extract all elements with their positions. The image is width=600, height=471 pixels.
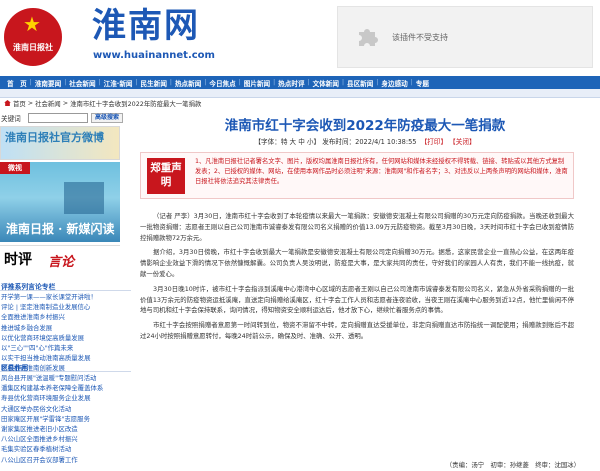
article-paragraph: 据介绍，3月30日傍晚，市红十字会收到最大一笔捐款是安徽德安混凝土有限公司定向捐… [140,248,574,278]
unsupported-plugin-box: 该插件不受支持 [337,6,593,68]
new-media-banner[interactable]: 微视 淮南日报 · 新媒闪读 [0,162,120,242]
puzzle-icon [359,29,378,46]
publish-time: 】 发布时间：2022/4/1 10:38:55 [313,138,417,146]
article-meta: 【字体：特 大 中 小】 发布时间：2022/4/1 10:38:55 【打印】… [134,136,596,146]
sub-nav-strip [0,89,600,98]
list-item[interactable]: 评论 | 坚定淮南制造业发展信心 [0,302,131,312]
nav-hot-news[interactable]: 热点新闻 [172,78,204,88]
breadcrumb-home[interactable]: 首页 [13,99,26,108]
nav-social-news[interactable]: 社会新闻 [66,78,98,88]
commentary-banner-main: 时评 [4,252,32,268]
site-name[interactable]: 淮南网 [92,6,200,46]
list-item[interactable]: 八公山区全面推进乡村振兴 [0,434,131,444]
list-item[interactable]: 潘集区构建基本养老保障全覆盖体系 [0,383,131,393]
official-weibo-banner[interactable]: 淮南日报社官方微博 [0,126,120,160]
micro-video-label: 微视 [0,162,30,174]
article-paragraph: （记者 严李）3月30日，淮南市红十字会收到了本轮疫情以来最大一笔捐款：安徽德安… [140,212,574,242]
left-sidebar: 关键词 高级搜索 淮南日报社官方微博 微视 淮南日报 · 新媒闪读 时评 言论 … [0,109,131,471]
nav-county-news[interactable]: 县区新闻 [344,78,376,88]
close-link[interactable]: 【关闭】 [449,138,475,146]
article-area: 淮南市红十字会收到2022年防疫最大一笔捐款 【字体：特 大 中 小】 发布时间… [134,109,596,471]
banner-image [64,182,104,214]
list-item[interactable]: 田家庵区开展"学雷锋"志愿服务 [0,414,131,424]
breadcrumb: 首页 > 社会新闻 > 淮南市红十字会收到2022年防疫最大一笔捐款 [4,98,203,108]
search-label: 关键词 [1,115,21,123]
article-paragraph: 市红十字会按照捐赠者意愿第一时间转到位，物资不滞留不中转，定向捐赠直达受援单位，… [140,321,574,340]
list-item[interactable]: 全面推进淮南乡村振兴 [0,312,131,322]
home-icon [4,100,11,106]
disclaimer-text: 1、凡淮南日报社记者署名文字、图片，版权均属淮南日报社所有，任何网站和媒体未经授… [195,158,568,185]
search-input[interactable] [28,113,88,123]
nav-special-topics[interactable]: 专题 [413,78,432,88]
list-item[interactable]: 凤台县开展"送温暖"专题慰问活动 [0,373,131,383]
copyright-disclaimer: 郑重声明 1、凡淮南日报社记者署名文字、图片，版权均属淮南日报社所有，任何网站和… [140,152,574,199]
nav-commentary[interactable]: 热点时评 [275,78,307,88]
list-item[interactable]: 八公山区召开会议部署工作 [0,455,131,465]
editor-credits: （责编：汤宁 初审：孙继菱 终审：沈国冰） [445,461,580,469]
list-item[interactable]: 寿县优化营商环境服务企业发展 [0,393,131,403]
list-item[interactable]: 谢家集区推进老旧小区改造 [0,424,131,434]
plugin-message: 该插件不受支持 [392,33,448,42]
list-item[interactable]: 大通区举办民俗文化活动 [0,404,131,414]
site-url: www.huainannet.com [93,50,215,61]
nav-livelihood-news[interactable]: 民生新闻 [138,78,170,88]
list-item[interactable]: 推进城乡融合发展 [0,323,131,333]
commentary-banner-sub: 言论 [48,255,75,270]
badge-text: 淮南日报社 [13,42,53,52]
breadcrumb-section[interactable]: 社会新闻 [35,99,61,108]
article-body: （记者 严李）3月30日，淮南市红十字会收到了本轮疫情以来最大一笔捐款：安徽德安… [140,211,574,346]
county-list: 凤台县开展"送温暖"专题慰问活动 潘集区构建基本养老保障全覆盖体系 寿县优化营商… [0,373,131,465]
disclaimer-badge: 郑重声明 [147,158,185,194]
nav-jianghuai-news[interactable]: 江淮·新闻 [101,78,136,88]
list-item[interactable]: 以"三心""四"心"作篇未来 [0,343,131,353]
list-item[interactable]: 开学第一课——家长课堂开讲啦！ [0,292,131,302]
commentary-banner[interactable]: 时评 言论 [0,245,120,277]
new-media-text: 淮南日报 · 新媒闪读 [6,222,115,236]
site-header: ★ 淮南日报社 淮南网 www.huainannet.com 该插件不受支持 [0,0,600,74]
nav-culture-sports[interactable]: 文体新闻 [310,78,342,88]
nav-photo-news[interactable]: 图片新闻 [241,78,273,88]
print-link[interactable]: 【打印】 [421,138,447,146]
font-size-label: 【字体： [254,138,281,146]
commentary-section-title: 评推系列言论专栏 [0,281,131,291]
search-bar: 关键词 高级搜索 [0,112,131,124]
list-item[interactable]: 毛集实验区春季植树活动 [0,444,131,454]
advanced-search-button[interactable]: 高级搜索 [91,113,124,123]
newspaper-logo[interactable]: ★ 淮南日报社 [4,8,62,66]
nav-home[interactable]: 首 页 [4,78,30,88]
nav-huainan-news[interactable]: 淮南要闻 [32,78,64,88]
font-size-options[interactable]: 特 大 中 小 [281,138,314,146]
star-icon: ★ [23,12,41,36]
article-paragraph: 3月30日晚10时许，被市红十字会指派到溪庵中心港湾中心区域的志愿者王刚以自己公… [140,284,574,315]
article-title: 淮南市红十字会收到2022年防疫最大一笔捐款 [224,118,506,134]
breadcrumb-current: 淮南市红十字会收到2022年防疫最大一笔捐款 [70,99,202,108]
nav-touching-stories[interactable]: 身边感动 [378,78,410,88]
weibo-banner-text: 淮南日报社官方微博 [5,131,104,144]
main-nav: 首 页 | 淮南要闻 | 社会新闻 | 江淮·新闻 | 民生新闻 | 热点新闻 | 今日焦点… [0,76,600,89]
nav-today-focus[interactable]: 今日焦点 [206,78,238,88]
county-section-title: 区县作用 [0,362,131,372]
list-item[interactable]: 以优化营商环境促高质量发展 [0,333,131,343]
